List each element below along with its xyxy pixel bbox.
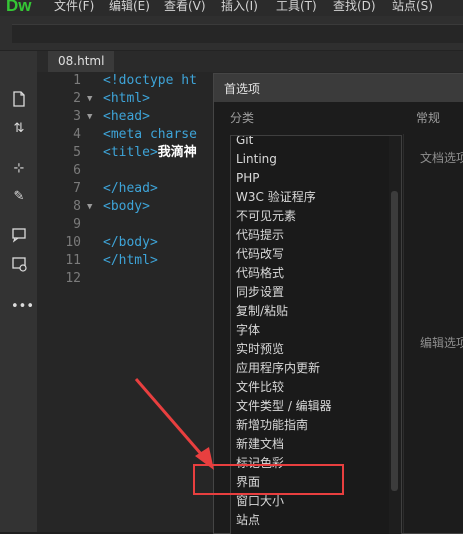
annotation-arrow	[134, 378, 214, 470]
